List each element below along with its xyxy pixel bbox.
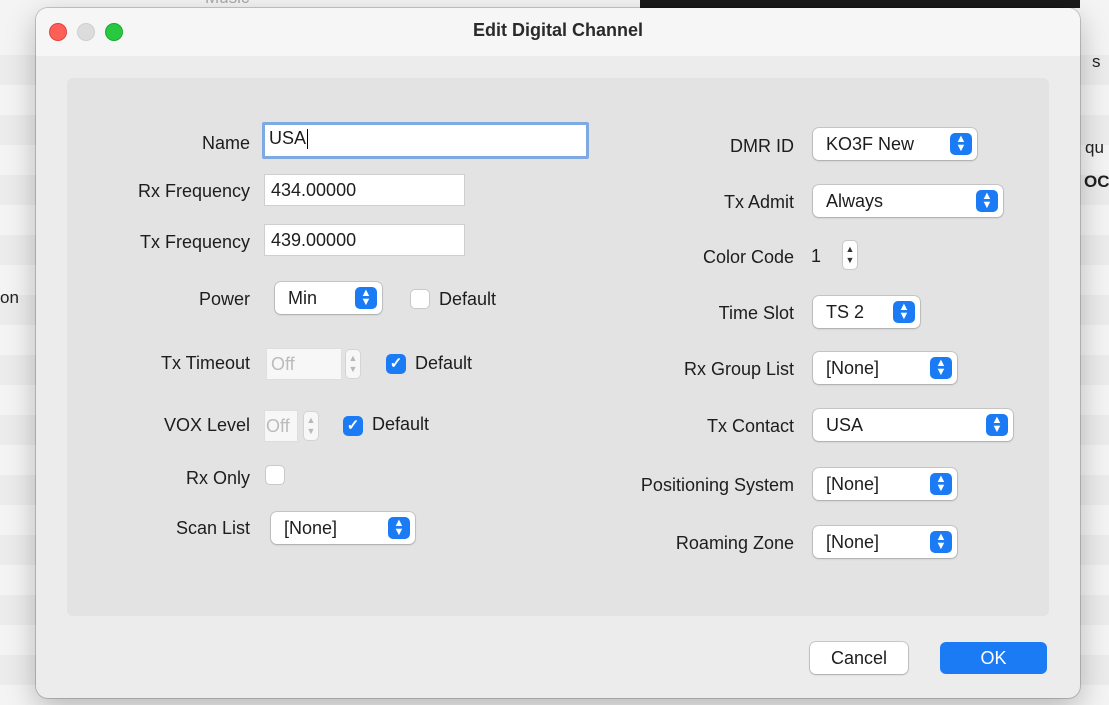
roaming-zone-label: Roaming Zone: [675, 533, 794, 553]
vox-level-default-label: Default: [372, 414, 430, 434]
bg-text: qu: [1085, 138, 1104, 157]
tx-admit-value: Always: [826, 191, 884, 211]
bg-toolbar-strip: [640, 0, 1080, 8]
color-code-stepper[interactable]: ▲ ▼: [842, 240, 858, 270]
scan-list-popup[interactable]: [None] ▲ ▼: [271, 512, 415, 544]
color-code-label: Color Code: [702, 247, 794, 267]
dmr-id-label: DMR ID: [730, 136, 794, 156]
name-label: Name: [201, 133, 250, 153]
scan-list-label: Scan List: [175, 518, 250, 538]
roaming-zone-popup[interactable]: [None] ▲ ▼: [813, 526, 957, 558]
chevron-up-down-icon: ▲ ▼: [355, 287, 377, 309]
tx-admit-popup[interactable]: Always ▲ ▼: [813, 185, 1003, 217]
power-default-label: Default: [439, 289, 497, 309]
bg-text: on: [0, 288, 19, 307]
tx-admit-label: Tx Admit: [723, 192, 794, 212]
rx-frequency-label: Rx Frequency: [137, 181, 250, 201]
vox-level-field[interactable]: Off: [264, 410, 298, 442]
rx-group-list-value: [None]: [826, 358, 880, 378]
tx-contact-label: Tx Contact: [706, 416, 794, 436]
tx-contact-value: USA: [826, 415, 864, 435]
rx-only-label: Rx Only: [185, 468, 250, 488]
bg-menu-item: Music: [205, 0, 249, 8]
tx-frequency-field[interactable]: 439.00000: [264, 224, 465, 256]
chevron-up-down-icon: ▲ ▼: [976, 190, 998, 212]
tx-contact-popup[interactable]: USA ▲ ▼: [813, 409, 1013, 441]
bg-text: s: [1092, 52, 1101, 71]
chevron-up-down-icon: ▲ ▼: [950, 133, 972, 155]
name-field[interactable]: USA: [262, 122, 589, 159]
vox-level-label: VOX Level: [163, 415, 250, 435]
rx-group-list-popup[interactable]: [None] ▲ ▼: [813, 352, 957, 384]
ok-button[interactable]: OK: [940, 642, 1047, 674]
cancel-button[interactable]: Cancel: [810, 642, 908, 674]
chevron-up-down-icon: ▲ ▼: [388, 517, 410, 539]
chevron-up-down-icon: ▲ ▼: [930, 357, 952, 379]
tx-timeout-default-checkbox[interactable]: ✓: [386, 354, 406, 374]
dmr-id-popup[interactable]: KO3F New ▲ ▼: [813, 128, 977, 160]
chevron-up-down-icon: ▲ ▼: [930, 473, 952, 495]
power-popup[interactable]: Min ▲ ▼: [275, 282, 382, 314]
name-value: USA: [269, 128, 307, 148]
chevron-up-down-icon: ▲ ▼: [986, 414, 1008, 436]
roaming-zone-value: [None]: [826, 532, 880, 552]
title-bar: Edit Digital Channel: [36, 8, 1080, 56]
time-slot-label: Time Slot: [718, 303, 794, 323]
vox-level-default-checkbox[interactable]: ✓: [343, 416, 363, 436]
edit-channel-dialog: Edit Digital Channel Name USA Rx Frequen…: [36, 8, 1080, 698]
rx-group-list-label: Rx Group List: [683, 359, 794, 379]
tx-frequency-label: Tx Frequency: [139, 232, 250, 252]
power-default-checkbox[interactable]: [410, 289, 430, 309]
dialog-title: Edit Digital Channel: [472, 20, 643, 40]
tx-timeout-field[interactable]: Off: [266, 348, 342, 380]
rx-frequency-field[interactable]: 434.00000: [264, 174, 465, 206]
positioning-system-value: [None]: [826, 474, 880, 494]
color-code-field[interactable]: 1: [811, 241, 837, 273]
power-value: Min: [288, 288, 318, 308]
rx-only-checkbox[interactable]: [265, 465, 285, 485]
tx-timeout-label: Tx Timeout: [160, 353, 250, 373]
positioning-system-popup[interactable]: [None] ▲ ▼: [813, 468, 957, 500]
time-slot-popup[interactable]: TS 2 ▲ ▼: [813, 296, 920, 328]
chevron-up-down-icon: ▲ ▼: [893, 301, 915, 323]
time-slot-value: TS 2: [826, 302, 865, 322]
bg-text: OC: [1084, 172, 1109, 191]
tx-timeout-default-label: Default: [415, 353, 473, 373]
scan-list-value: [None]: [284, 518, 338, 538]
vox-level-stepper[interactable]: ▲ ▼: [303, 411, 319, 441]
power-label: Power: [198, 289, 250, 309]
positioning-system-label: Positioning System: [640, 475, 794, 495]
tx-timeout-stepper[interactable]: ▲ ▼: [345, 349, 361, 379]
dmr-id-value: KO3F New: [826, 134, 915, 154]
chevron-up-down-icon: ▲ ▼: [930, 531, 952, 553]
